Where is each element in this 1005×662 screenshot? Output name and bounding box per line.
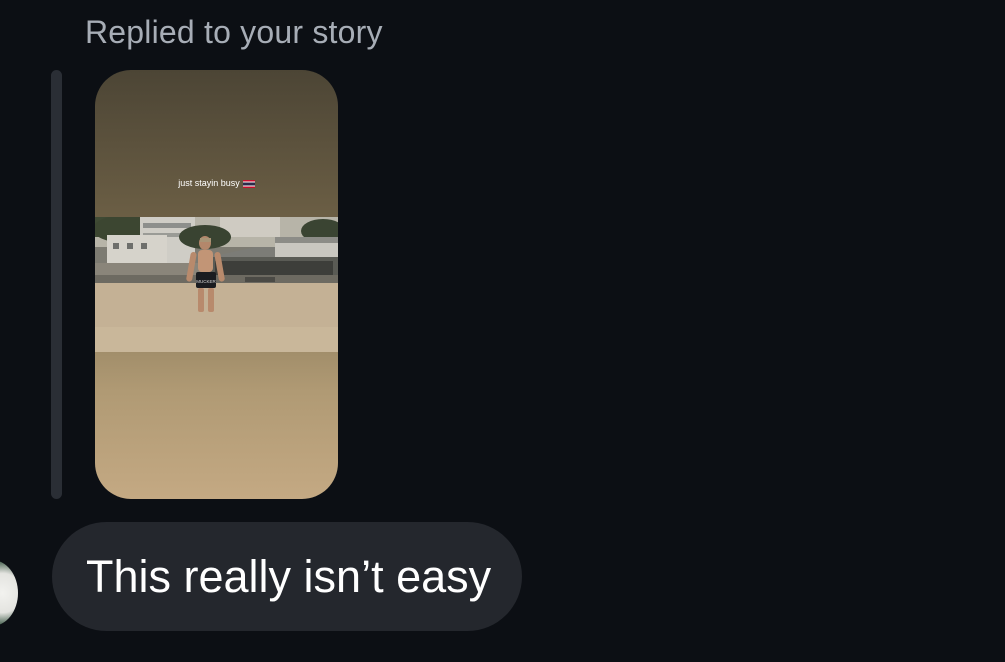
story-caption-row: just stayin busy	[95, 178, 338, 188]
story-caption-text: just stayin busy	[178, 178, 240, 188]
message-text: This really isn’t easy	[86, 551, 492, 602]
avatar[interactable]	[0, 560, 18, 626]
story-photo: MUCKER	[95, 217, 338, 352]
story-preview[interactable]: just stayin busy MUCKER	[95, 70, 338, 499]
shorts-text: MUCKER	[196, 279, 216, 284]
dm-thread: Replied to your story just stayin busy M…	[0, 0, 1005, 662]
reply-context-label: Replied to your story	[85, 14, 383, 50]
story-photo-scene: MUCKER	[95, 217, 338, 352]
thailand-flag-icon	[242, 179, 255, 188]
message-bubble[interactable]: This really isn’t easy	[52, 522, 522, 631]
reply-indicator-bar	[51, 70, 62, 499]
